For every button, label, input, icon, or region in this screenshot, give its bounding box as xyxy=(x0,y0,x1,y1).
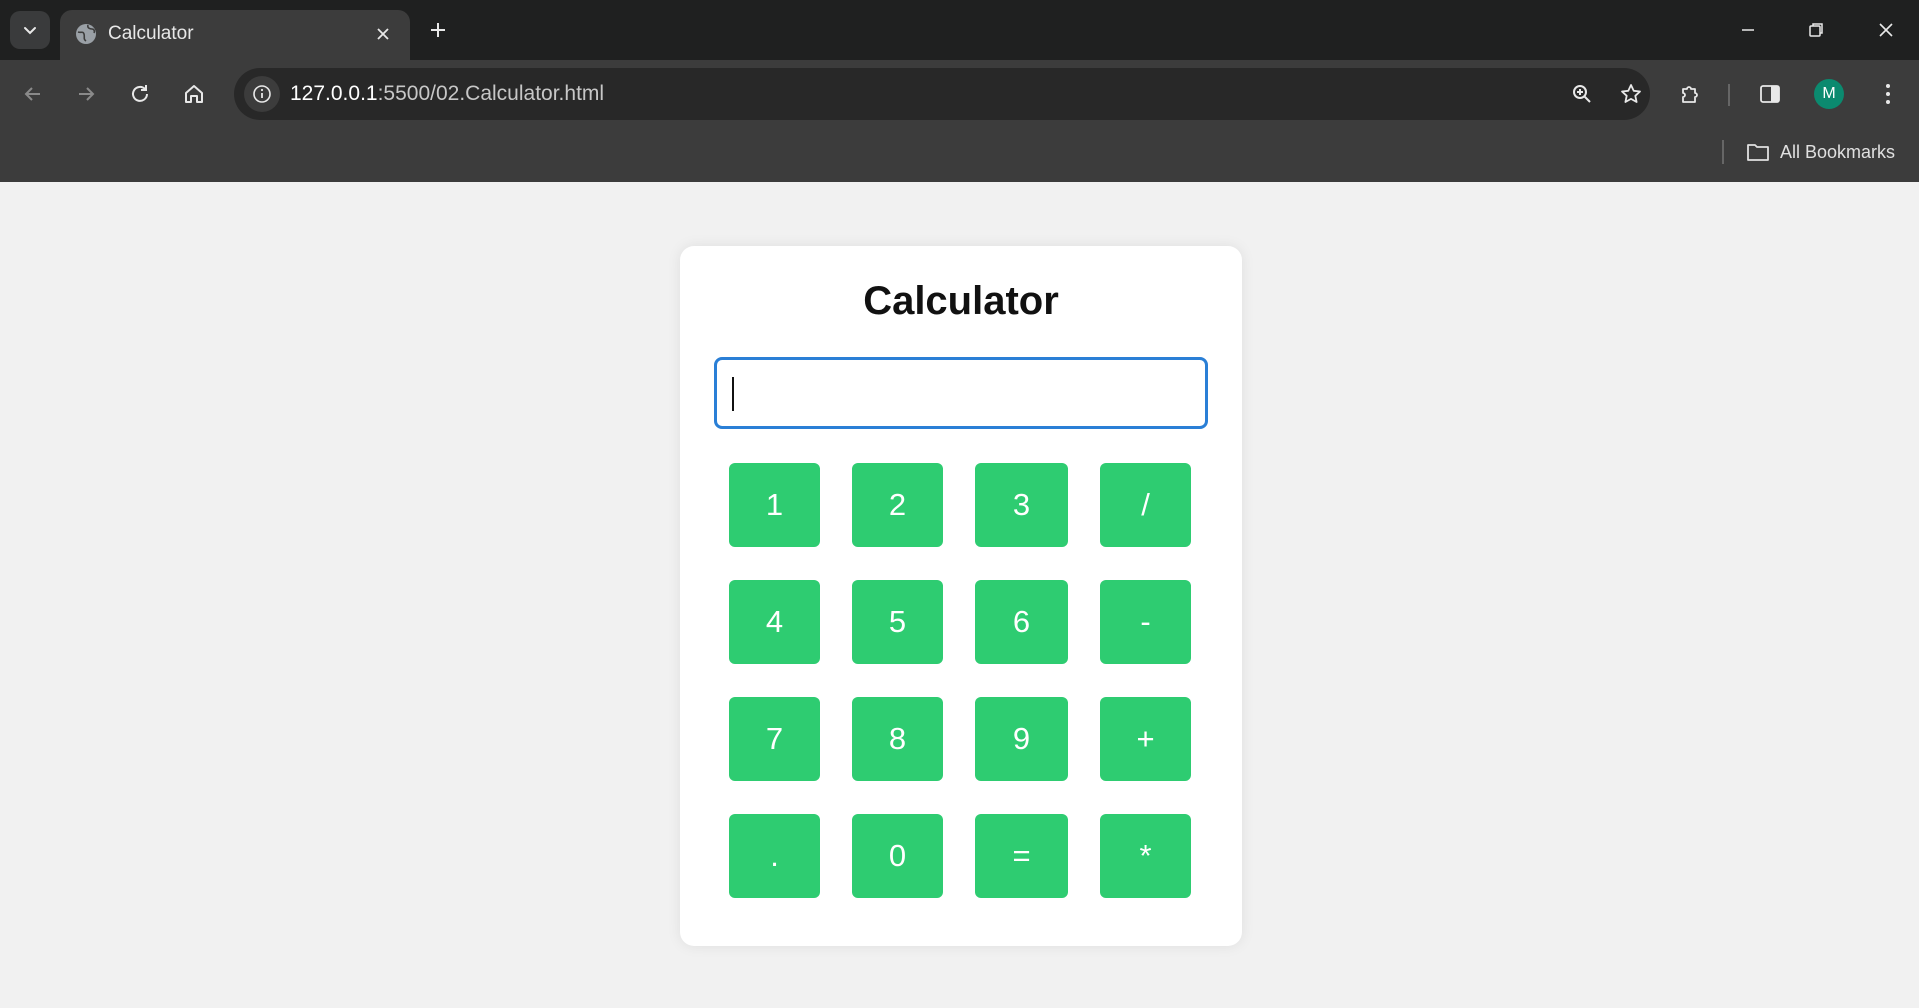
side-panel-button[interactable] xyxy=(1752,76,1788,112)
url-text: 127.0.0.1:5500/02.Calculator.html xyxy=(290,81,604,107)
home-button[interactable] xyxy=(176,76,212,112)
extensions-button[interactable] xyxy=(1673,76,1709,112)
key-8[interactable]: 8 xyxy=(852,697,943,781)
page-viewport: Calculator 1 2 3 / 4 5 6 - 7 8 9 + . 0 =… xyxy=(0,182,1919,1008)
key-add[interactable]: + xyxy=(1100,697,1191,781)
close-icon xyxy=(1879,23,1893,37)
key-multiply[interactable]: * xyxy=(1100,814,1191,898)
bookmarks-divider xyxy=(1722,140,1724,164)
profile-avatar[interactable]: M xyxy=(1814,79,1844,109)
all-bookmarks-label: All Bookmarks xyxy=(1780,141,1896,162)
key-1[interactable]: 1 xyxy=(729,463,820,547)
arrow-left-icon xyxy=(24,87,40,101)
globe-icon xyxy=(76,24,96,44)
key-6[interactable]: 6 xyxy=(975,580,1068,664)
all-bookmarks-button[interactable]: All Bookmarks xyxy=(1746,138,1895,166)
key-divide[interactable]: / xyxy=(1100,463,1191,547)
forward-button[interactable] xyxy=(68,76,104,112)
key-9[interactable]: 9 xyxy=(975,697,1068,781)
tab-search-button[interactable] xyxy=(10,11,50,49)
url-host: 127.0.0.1 xyxy=(290,82,378,105)
arrow-right-icon xyxy=(79,87,95,101)
menu-button[interactable] xyxy=(1870,76,1906,112)
key-4[interactable]: 4 xyxy=(729,580,820,664)
window-close-button[interactable] xyxy=(1858,10,1914,50)
key-subtract[interactable]: - xyxy=(1100,580,1191,664)
reload-icon xyxy=(132,85,148,102)
keypad: 1 2 3 / 4 5 6 - 7 8 9 + . 0 = * xyxy=(729,463,1193,898)
info-icon xyxy=(253,85,271,103)
url-path: :5500/02.Calculator.html xyxy=(377,82,605,105)
site-info-button[interactable] xyxy=(244,76,280,112)
toolbar-divider xyxy=(1728,84,1730,106)
plus-icon xyxy=(431,23,445,37)
browser-toolbar: 127.0.0.1:5500/02.Calculator.html M xyxy=(0,60,1919,126)
tab-title: Calculator xyxy=(108,23,194,44)
star-icon xyxy=(1621,84,1641,103)
folder-icon xyxy=(1747,144,1769,161)
home-icon xyxy=(185,85,203,103)
minimize-icon xyxy=(1742,29,1754,31)
minimize-button[interactable] xyxy=(1720,10,1776,50)
key-decimal[interactable]: . xyxy=(729,814,820,898)
close-icon xyxy=(377,28,389,40)
zoom-button[interactable] xyxy=(1564,76,1600,112)
text-cursor xyxy=(732,377,734,411)
tab-close-button[interactable] xyxy=(370,21,396,47)
back-button[interactable] xyxy=(15,76,51,112)
key-equals[interactable]: = xyxy=(975,814,1068,898)
new-tab-button[interactable] xyxy=(422,14,454,46)
active-tab[interactable]: Calculator xyxy=(60,10,410,60)
chevron-down-icon xyxy=(24,27,36,35)
zoom-icon xyxy=(1573,85,1591,103)
restore-icon xyxy=(1809,23,1823,37)
calculator-title: Calculator xyxy=(863,279,1059,323)
key-5[interactable]: 5 xyxy=(852,580,943,664)
key-2[interactable]: 2 xyxy=(852,463,943,547)
key-7[interactable]: 7 xyxy=(729,697,820,781)
bookmark-star-button[interactable] xyxy=(1613,76,1649,112)
tab-strip: Calculator xyxy=(0,0,1919,60)
restore-button[interactable] xyxy=(1788,10,1844,50)
calculator-display[interactable] xyxy=(714,357,1208,429)
more-vertical-icon xyxy=(1886,84,1890,104)
puzzle-icon xyxy=(1682,86,1698,103)
key-3[interactable]: 3 xyxy=(975,463,1068,547)
key-0[interactable]: 0 xyxy=(852,814,943,898)
bookmarks-bar: All Bookmarks xyxy=(0,126,1919,182)
reload-button[interactable] xyxy=(122,76,158,112)
address-bar[interactable]: 127.0.0.1:5500/02.Calculator.html xyxy=(234,68,1650,120)
calculator-card: Calculator 1 2 3 / 4 5 6 - 7 8 9 + . 0 =… xyxy=(680,246,1242,946)
side-panel-icon xyxy=(1760,85,1780,103)
